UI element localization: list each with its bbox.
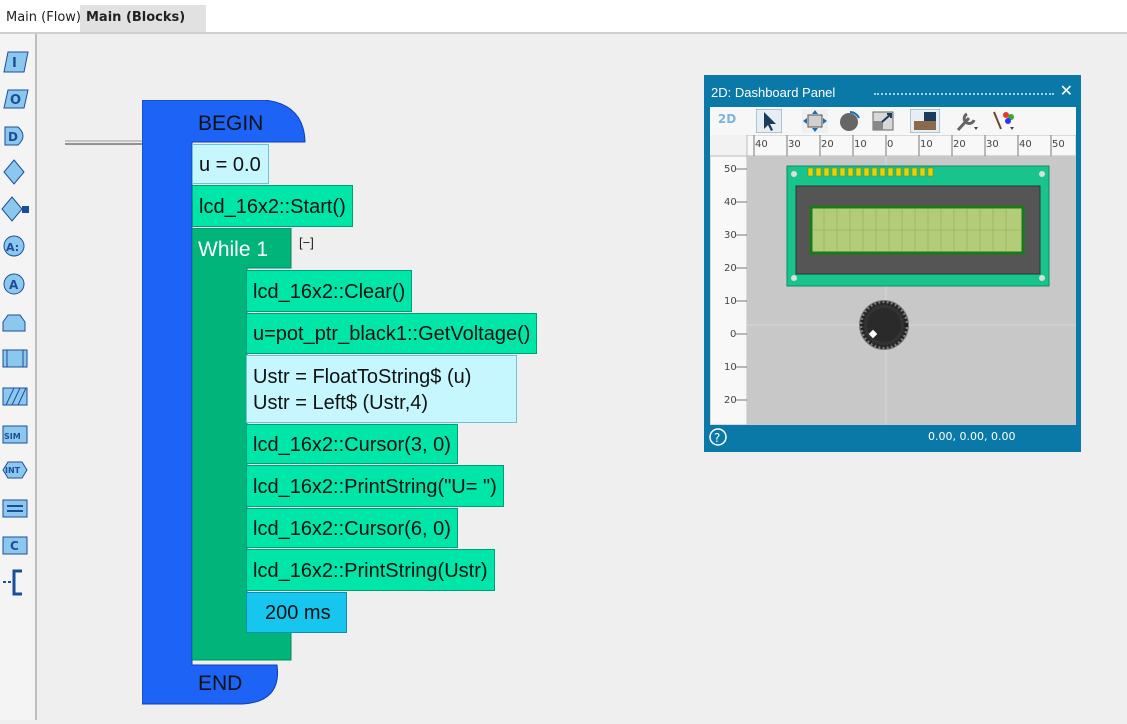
potentiometer-knob-component[interactable] [859, 300, 909, 350]
statement-print-u[interactable]: lcd_16x2::PrintString("U= ") [246, 465, 504, 507]
close-icon[interactable]: ✕ [1060, 81, 1073, 100]
ruler-top-label: 40 [755, 139, 768, 150]
bracket-icon[interactable] [3, 569, 22, 596]
ruler-left-label: 10 [724, 362, 737, 373]
statement-cursor-3-0[interactable]: lcd_16x2::Cursor(3, 0) [246, 424, 458, 464]
svg-text:A:: A: [6, 241, 19, 254]
delay-icon[interactable]: D [4, 126, 24, 146]
decision-branch-icon[interactable] [1, 196, 29, 222]
tab-main-blocks-label: Main (Blocks) [86, 10, 186, 25]
ruler-top-label: 30 [986, 139, 999, 150]
cursor-coordinates: 0.00, 0.00, 0.00 [928, 430, 1016, 443]
dashboard-status-bar: ? 0.00, 0.00, 0.00 [704, 425, 1081, 449]
statement-print-ustr[interactable]: lcd_16x2::PrintString(Ustr) [246, 549, 495, 591]
rotate-tool-icon[interactable] [836, 109, 862, 133]
subroutine-icon[interactable] [2, 349, 28, 368]
statement-lcd-clear[interactable]: lcd_16x2::Clear() [246, 270, 413, 312]
ruler-top-label: 20 [953, 139, 966, 150]
statement-left-string: Ustr = Left$ (Ustr,4) [253, 392, 429, 414]
decision-icon[interactable] [3, 159, 25, 185]
statement-cursor-6-0[interactable]: lcd_16x2::Cursor(6, 0) [246, 508, 458, 548]
interrupt-icon[interactable]: INT [2, 461, 28, 479]
comment-icon[interactable]: C [2, 536, 28, 555]
tab-main-flow[interactable]: Main (Flow) [0, 5, 87, 32]
dashboard-title: 2D: Dashboard Panel [711, 85, 836, 100]
statement-delay[interactable]: 200 ms [246, 592, 347, 633]
svg-text:C: C [10, 539, 19, 553]
pointer-tool-icon[interactable] [756, 109, 782, 133]
dashboard-viewport[interactable]: 40 30 20 10 0 10 20 30 40 50 50 40 30 20… [710, 135, 1076, 425]
editor-tab-bar: Main (Flow) Main (Blocks) ✕ [0, 0, 1127, 52]
svg-text:D: D [8, 130, 18, 144]
statement-lcd-start[interactable]: lcd_16x2::Start() [192, 185, 353, 227]
tab-main-flow-label: Main (Flow) [6, 10, 81, 25]
svg-text:SIM: SIM [4, 432, 21, 441]
ruler-top-label: 10 [854, 139, 867, 150]
pan-tool-icon[interactable] [802, 109, 828, 133]
statement-float-to-string: Ustr = FloatToString$ (u) [253, 366, 472, 388]
ruler-left-label: 20 [724, 395, 737, 406]
ruler-top-label: 0 [887, 139, 893, 150]
ruler-top-label: 30 [788, 139, 801, 150]
ruler-top-label: 50 [1052, 139, 1065, 150]
command-palette: I O D A: A SIM INT C [0, 34, 37, 720]
palette-icons: I O D A: A SIM INT C [1, 51, 29, 596]
hatched-block-icon[interactable] [2, 387, 28, 406]
ruler-left-label: 20 [724, 263, 737, 274]
output-icon[interactable]: O [3, 89, 29, 109]
mode-2d-indicator: 2D [717, 112, 737, 126]
wrench-tool-icon[interactable] [954, 109, 980, 133]
lcd-16x2-component[interactable] [786, 165, 1050, 287]
ruler-left-label: 40 [724, 197, 737, 208]
dashboard-toolbar: 2D [710, 107, 1076, 135]
align-tool-icon[interactable] [910, 109, 940, 133]
input-icon[interactable]: I [3, 51, 29, 73]
help-icon[interactable]: ? [708, 427, 728, 447]
svg-text:A: A [9, 278, 19, 292]
paint-tool-icon[interactable] [990, 109, 1016, 133]
end-label[interactable]: END [198, 672, 242, 696]
loop-icon[interactable] [2, 314, 26, 332]
ruler-top-label: 10 [920, 139, 933, 150]
statement-u-init[interactable]: u = 0.0 [192, 144, 269, 184]
statement-get-voltage[interactable]: u=pot_ptr_black1::GetVoltage() [246, 313, 538, 354]
while-loop-label[interactable]: While 1 [198, 238, 268, 262]
ruler-left-label: 0 [730, 329, 736, 340]
sim-icon[interactable]: SIM [2, 425, 28, 444]
svg-text:INT: INT [5, 466, 21, 475]
statement-ustr-block[interactable]: Ustr = FloatToString$ (u) Ustr = Left$ (… [246, 355, 517, 423]
svg-text:O: O [10, 93, 21, 108]
dashboard-drag-handle[interactable] [874, 93, 1054, 95]
equals-icon[interactable] [2, 499, 28, 518]
resize-tool-icon[interactable] [870, 109, 896, 133]
ruler-top-label: 20 [821, 139, 834, 150]
dashboard-panel[interactable]: 2D: Dashboard Panel ✕ 2D 40 30 20 10 0 1… [704, 75, 1081, 452]
tab-main-blocks[interactable]: Main (Blocks) ✕ [80, 5, 206, 52]
ruler-left-label: 30 [724, 230, 737, 241]
loop-collapse-button[interactable]: [−] [299, 235, 314, 250]
assign-icon[interactable]: A: [3, 235, 25, 257]
svg-text:?: ? [714, 431, 720, 445]
ruler-left-label: 10 [724, 296, 737, 307]
ruler-left-label: 50 [724, 164, 737, 175]
action-icon[interactable]: A [3, 273, 25, 295]
svg-text:I: I [12, 56, 17, 71]
ruler-top-label: 40 [1019, 139, 1032, 150]
begin-label[interactable]: BEGIN [198, 112, 263, 136]
